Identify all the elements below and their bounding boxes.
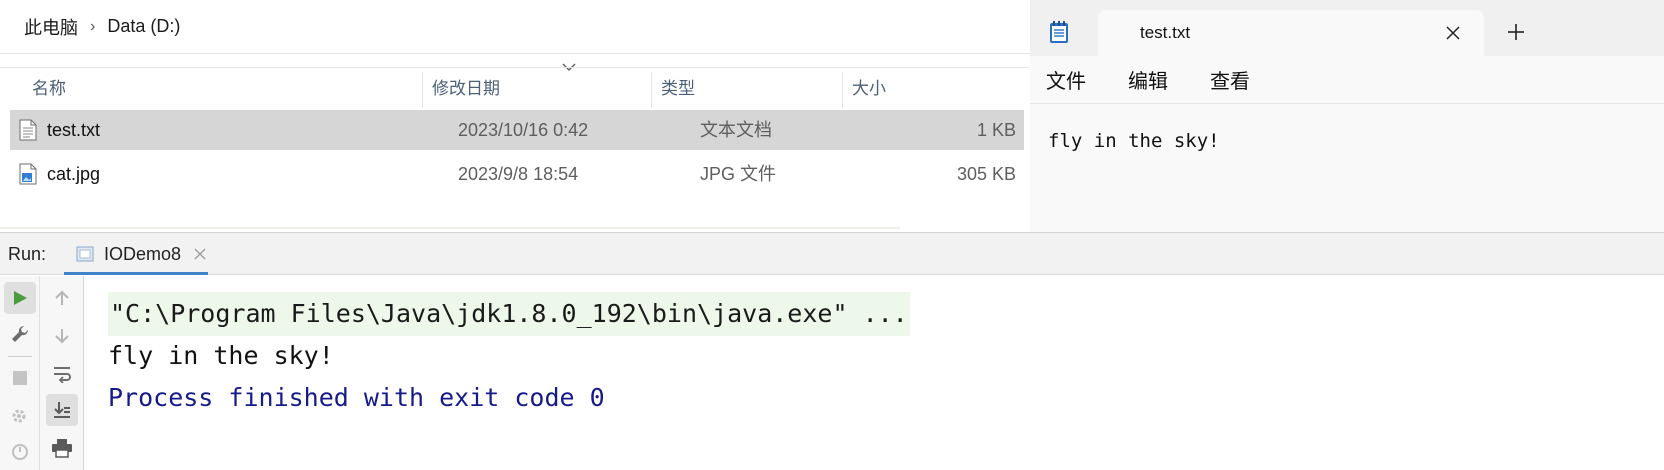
text-file-icon: [19, 119, 37, 141]
arrow-down-icon: [55, 329, 69, 344]
play-icon: [14, 291, 27, 305]
run-tool-window: Run: IODemo8 "C:\Program Files\Java\jdk1…: [0, 232, 1664, 470]
close-icon[interactable]: [194, 248, 206, 260]
run-toolbar-secondary: [40, 276, 84, 470]
menu-edit[interactable]: 编辑: [1128, 65, 1168, 94]
file-row[interactable]: cat.jpg 2023/9/8 18:54 JPG 文件 305 KB: [10, 154, 1024, 194]
console-output[interactable]: "C:\Program Files\Java\jdk1.8.0_192\bin\…: [84, 276, 1664, 470]
menu-view[interactable]: 查看: [1210, 65, 1250, 94]
wrench-icon: [12, 325, 29, 342]
rerun-button[interactable]: [4, 282, 36, 314]
active-tab-indicator: [64, 272, 208, 275]
soft-wrap-button[interactable]: [46, 358, 78, 390]
settings-button[interactable]: [4, 318, 36, 350]
file-size: 1 KB: [976, 120, 1016, 140]
plus-icon[interactable]: [1506, 22, 1526, 42]
notepad-tab-title: test.txt: [1140, 23, 1191, 42]
column-name[interactable]: 名称: [22, 68, 422, 110]
file-date: 2023/10/16 0:42: [458, 120, 589, 140]
breadcrumb: 此电脑 › Data (D:): [0, 0, 1030, 54]
toolbar-divider: [8, 356, 32, 357]
file-row[interactable]: test.txt 2023/10/16 0:42 文本文档 1 KB: [10, 110, 1024, 150]
print-button[interactable]: [46, 432, 78, 464]
file-name: test.txt: [47, 120, 101, 140]
restore-layout-button[interactable]: [4, 436, 36, 468]
file-size: 305 KB: [956, 164, 1016, 184]
close-icon[interactable]: [1444, 24, 1462, 42]
notepad-app-icon: [1050, 21, 1068, 43]
notepad-text-area[interactable]: fly in the sky!: [1048, 130, 1220, 152]
file-name: cat.jpg: [47, 164, 101, 184]
menu-file[interactable]: 文件: [1046, 65, 1086, 94]
console-exit-line: Process finished with exit code 0: [108, 383, 605, 412]
run-label: Run:: [8, 244, 47, 264]
column-size[interactable]: 大小: [842, 68, 1022, 110]
console-output-line: fly in the sky!: [108, 341, 334, 370]
run-config-tab[interactable]: IODemo8: [64, 233, 208, 275]
scroll-to-end-icon: [54, 402, 70, 418]
notepad-menu-bar: 文件 编辑 查看: [1030, 56, 1664, 104]
arrow-up-icon: [55, 290, 69, 305]
column-header: 名称 修改日期 类型 大小: [0, 67, 1030, 109]
run-header: Run: IODemo8: [0, 233, 1664, 275]
console-command-line[interactable]: "C:\Program Files\Java\jdk1.8.0_192\bin\…: [108, 292, 910, 336]
file-explorer: 此电脑 › Data (D:) 名称 修改日期 类型 大小 test.txt 2…: [0, 0, 1030, 232]
notepad-tab[interactable]: test.txt: [1098, 10, 1484, 56]
run-config-name: IODemo8: [104, 244, 182, 264]
breadcrumb-drive[interactable]: Data (D:): [107, 16, 180, 37]
notepad-tab-bar: test.txt: [1030, 0, 1664, 56]
file-type: 文本文档: [700, 120, 772, 140]
image-file-icon: [19, 163, 37, 185]
file-type: JPG 文件: [700, 164, 777, 184]
file-date: 2023/9/8 18:54: [458, 164, 579, 184]
column-date[interactable]: 修改日期: [422, 68, 650, 110]
screen: 此电脑 › Data (D:) 名称 修改日期 类型 大小 test.txt 2…: [0, 0, 1664, 470]
breadcrumb-this-pc[interactable]: 此电脑: [24, 14, 78, 40]
horizontal-scrollbar[interactable]: [0, 227, 900, 229]
printer-icon: [52, 439, 72, 458]
notepad-window: test.txt 文件 编辑 查看 fly in the sky!: [1030, 0, 1664, 232]
run-toolbar-primary: [0, 276, 40, 470]
chevron-right-icon[interactable]: ›: [90, 18, 95, 36]
wrap-icon: [54, 367, 71, 383]
gear-icon: [12, 409, 26, 423]
console-icon: [76, 246, 94, 262]
scroll-to-end-button[interactable]: [46, 394, 78, 426]
scroll-down-button[interactable]: [46, 320, 78, 352]
scroll-up-button[interactable]: [46, 282, 78, 314]
stop-icon: [13, 371, 27, 385]
clock-icon: [12, 444, 28, 460]
column-type[interactable]: 类型: [651, 68, 842, 110]
stop-button[interactable]: [4, 362, 36, 394]
debug-settings-button[interactable]: [4, 400, 36, 432]
